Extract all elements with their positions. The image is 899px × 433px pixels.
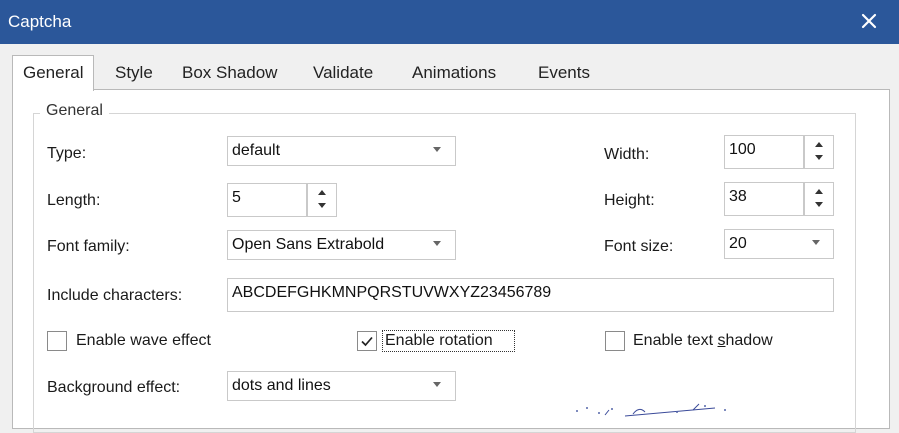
chevron-down-icon [433,147,441,152]
background-effect-select[interactable]: dots and lines [227,371,456,401]
background-effect-value: dots and lines [232,377,331,394]
tab-events[interactable]: Events [538,56,590,90]
wave-effect-label[interactable]: Enable wave effect [76,332,211,350]
length-value: 5 [232,189,241,206]
close-icon [861,13,877,29]
include-characters-input[interactable]: ABCDEFGHKMNPQRSTUVWXYZ23456789 [227,278,834,312]
font-size-value: 20 [729,235,747,252]
general-group-legend: General [40,102,109,120]
length-stepper-up[interactable] [308,184,336,200]
length-stepper-down[interactable] [308,200,336,216]
chevron-down-icon [433,241,441,246]
tab-validate[interactable]: Validate [313,56,373,90]
background-effect-label: Background effect: [47,379,181,396]
tab-general[interactable]: General [12,55,95,91]
text-shadow-label-post: hadow [725,332,773,349]
tab-animations[interactable]: Animations [412,56,496,90]
tab-box-shadow[interactable]: Box Shadow [182,56,277,90]
tab-strip: General Style Box Shadow Validate Animat… [12,55,892,91]
height-stepper[interactable] [804,182,834,216]
width-input[interactable]: 100 [724,135,804,169]
length-input[interactable]: 5 [227,183,307,217]
type-label: Type: [47,145,87,162]
chevron-down-icon [433,382,441,387]
include-characters-label: Include characters: [47,287,183,304]
font-size-select[interactable]: 20 [724,229,834,259]
length-stepper[interactable] [307,183,337,217]
height-input[interactable]: 38 [724,182,804,216]
font-size-label: Font size: [604,238,674,255]
length-label: Length: [47,192,101,209]
text-shadow-checkbox[interactable] [605,331,625,351]
captcha-preview [576,403,726,417]
text-shadow-label-pre: Enable text [633,332,718,349]
window-title: Captcha [8,12,72,31]
title-bar: Captcha [0,0,899,44]
type-value: default [232,142,281,159]
width-stepper-down[interactable] [805,152,833,168]
text-shadow-label-accel: s [717,332,726,349]
font-family-select[interactable]: Open Sans Extrabold [227,230,456,260]
rotation-label[interactable]: Enable rotation [385,332,493,350]
font-family-label: Font family: [47,238,130,255]
width-stepper[interactable] [804,135,834,169]
width-stepper-up[interactable] [805,136,833,152]
check-icon [361,336,373,347]
include-characters-value: ABCDEFGHKMNPQRSTUVWXYZ23456789 [232,284,552,301]
close-button[interactable] [854,6,884,36]
rotation-checkbox[interactable] [357,331,377,351]
type-select[interactable]: default [227,136,456,166]
font-family-value: Open Sans Extrabold [232,236,385,253]
width-label: Width: [604,146,650,163]
height-stepper-up[interactable] [805,183,833,199]
height-stepper-down[interactable] [805,199,833,215]
tab-style[interactable]: Style [115,56,153,90]
height-label: Height: [604,192,655,209]
chevron-down-icon [812,240,820,245]
height-value: 38 [729,188,747,205]
text-shadow-label[interactable]: Enable text shadow [633,332,773,350]
wave-effect-checkbox[interactable] [47,331,67,351]
width-value: 100 [729,141,756,158]
